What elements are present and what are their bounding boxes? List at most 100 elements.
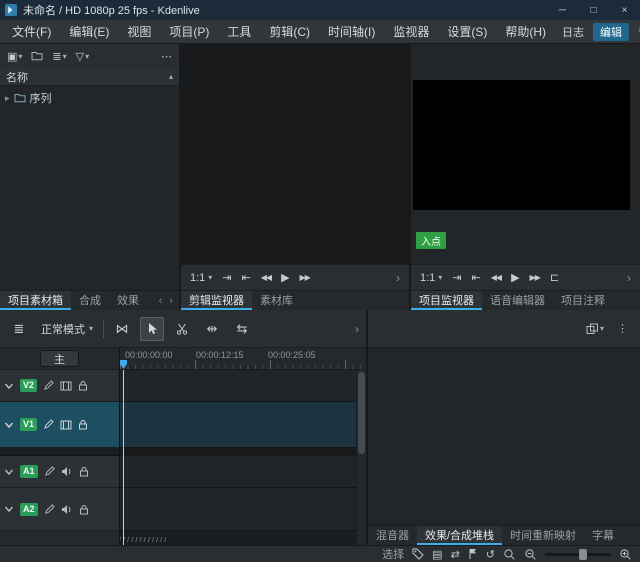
tab-compositions[interactable]: 合成 xyxy=(71,291,109,310)
monitor-overflow-button[interactable]: › xyxy=(627,271,631,285)
timeline-ruler[interactable]: 00:00:00:00 00:00:12:15 00:00:25:05 xyxy=(120,348,366,369)
menu-tool[interactable]: 工具 xyxy=(218,23,260,40)
speaker-icon[interactable] xyxy=(61,466,73,477)
lock-icon[interactable] xyxy=(79,504,89,515)
forward-button[interactable]: ▶▶ xyxy=(530,273,541,282)
spacer-tool-button[interactable]: ⇹ xyxy=(200,317,224,341)
bin-name-column-header[interactable]: 名称 ▴ xyxy=(0,68,179,86)
thumbnails-toggle-button[interactable]: ▤ xyxy=(432,548,442,561)
workspace-logging[interactable]: 日志 xyxy=(555,23,591,41)
project-zoom-select[interactable]: 1:1 ▾ xyxy=(420,272,442,284)
track-header-a1[interactable]: A1 xyxy=(0,456,119,488)
lock-icon[interactable] xyxy=(79,466,89,477)
timeline-tracks-area[interactable] xyxy=(120,370,356,545)
audio-thumbnails-toggle-button[interactable]: ⇄ xyxy=(451,548,460,561)
create-folder-button[interactable] xyxy=(28,49,46,63)
track-lane-v1[interactable] xyxy=(120,402,356,448)
menu-monitor[interactable]: 监视器 xyxy=(384,23,438,40)
zoom-slider-handle[interactable] xyxy=(579,548,587,560)
video-thumbnails-icon[interactable] xyxy=(60,420,72,430)
monitor-overflow-button[interactable]: › xyxy=(396,271,400,285)
lock-icon[interactable] xyxy=(78,380,88,391)
chevron-down-icon[interactable] xyxy=(4,468,14,476)
menu-file[interactable]: 文件(F) xyxy=(3,23,60,40)
track-header-v2[interactable]: V2 xyxy=(0,370,119,402)
tab-clip-monitor[interactable]: 剪辑监视器 xyxy=(181,291,252,310)
toolbar-overflow-button[interactable]: › xyxy=(355,322,359,336)
tab-effects[interactable]: 效果 xyxy=(109,291,147,310)
play-button[interactable]: ▶ xyxy=(281,271,289,284)
master-button[interactable]: 主 xyxy=(40,350,79,367)
tab-project-monitor[interactable]: 项目监视器 xyxy=(411,291,482,310)
track-lane-a1[interactable] xyxy=(120,456,356,488)
panel-menu-button[interactable]: ⋮ xyxy=(614,320,631,337)
timeline-vertical-scrollbar[interactable] xyxy=(356,370,366,545)
chevron-down-icon[interactable] xyxy=(4,382,14,390)
snap-toggle-button[interactable] xyxy=(468,548,478,560)
tab-subtitles[interactable]: 字幕 xyxy=(584,526,622,545)
view-mode-button[interactable]: ≣ ▾ xyxy=(49,48,69,65)
rewind-button[interactable]: ◀◀ xyxy=(491,273,502,282)
track-badge[interactable]: A1 xyxy=(20,465,38,478)
lock-icon[interactable] xyxy=(78,419,88,430)
slip-tool-button[interactable]: ⇆ xyxy=(230,317,254,341)
chevron-down-icon[interactable] xyxy=(4,505,14,513)
chevron-right-icon[interactable]: › xyxy=(169,295,173,307)
play-button[interactable]: ▶ xyxy=(511,271,519,284)
tab-time-remap[interactable]: 时间重新映射 xyxy=(502,526,584,545)
tab-effect-stack[interactable]: 效果/合成堆栈 xyxy=(417,526,503,545)
markers-toggle-button[interactable] xyxy=(412,548,424,560)
menu-clip[interactable]: 剪辑(C) xyxy=(260,23,319,40)
chevron-left-icon[interactable]: ‹ xyxy=(159,295,163,307)
edit-track-name-icon[interactable] xyxy=(44,503,55,515)
set-zone-out-button[interactable]: ⇤ xyxy=(242,271,251,284)
timeline-tracks-menu-button[interactable]: ≣ xyxy=(7,317,31,341)
edit-mode-select[interactable]: 正常模式 ▾ xyxy=(37,319,97,339)
set-zone-out-button[interactable]: ⇤ xyxy=(472,271,481,284)
forward-button[interactable]: ▶▶ xyxy=(300,273,311,282)
workspace-audio[interactable]: 音频 xyxy=(631,23,640,41)
track-badge[interactable]: A2 xyxy=(20,502,38,516)
panel-layout-button[interactable]: ▾ xyxy=(583,321,607,337)
menu-timeline[interactable]: 时间轴(I) xyxy=(319,23,384,40)
minimize-button[interactable]: ─ xyxy=(547,0,578,20)
playhead-line[interactable] xyxy=(123,370,124,545)
bin-item-sequences[interactable]: ▸ 序列 xyxy=(0,89,179,107)
track-header-a2[interactable]: A2 xyxy=(0,488,119,531)
tab-project-bin[interactable]: 项目素材箱 xyxy=(0,291,71,310)
set-zone-in-button[interactable]: ⇥ xyxy=(452,271,461,284)
edit-track-name-icon[interactable] xyxy=(44,466,55,477)
mix-clips-button[interactable]: ⋈ xyxy=(110,317,134,341)
timeline-zoom-slider[interactable] xyxy=(545,548,611,560)
menu-help[interactable]: 帮助(H) xyxy=(496,23,555,40)
edit-track-name-icon[interactable] xyxy=(43,380,54,391)
zoom-in-button[interactable] xyxy=(619,548,632,561)
close-button[interactable]: × xyxy=(609,0,640,20)
track-badge[interactable]: V1 xyxy=(20,418,38,431)
zoom-fit-button[interactable] xyxy=(503,548,516,561)
loop-toggle-button[interactable]: ↺ xyxy=(486,548,495,561)
bin-overflow-button[interactable]: ⋯ xyxy=(158,48,175,65)
speaker-icon[interactable] xyxy=(61,504,73,515)
clip-zoom-select[interactable]: 1:1 ▾ xyxy=(190,272,212,284)
collapse-icon[interactable]: ▴ xyxy=(169,72,173,81)
maximize-button[interactable]: □ xyxy=(578,0,609,20)
tab-mixer[interactable]: 混音器 xyxy=(368,526,417,545)
video-thumbnails-icon[interactable] xyxy=(60,381,72,391)
trim-button[interactable]: ⊏ xyxy=(550,271,559,284)
menu-edit[interactable]: 编辑(E) xyxy=(60,23,118,40)
menu-view[interactable]: 视图 xyxy=(118,23,160,40)
rewind-button[interactable]: ◀◀ xyxy=(261,273,272,282)
tab-project-notes[interactable]: 项目注释 xyxy=(553,291,613,310)
chevron-down-icon[interactable] xyxy=(4,421,14,429)
zoom-out-button[interactable] xyxy=(524,548,537,561)
edit-track-name-icon[interactable] xyxy=(43,419,54,430)
razor-tool-button[interactable] xyxy=(170,317,194,341)
track-lane-v2[interactable] xyxy=(120,370,356,402)
menu-settings[interactable]: 设置(S) xyxy=(438,23,496,40)
select-tool-button[interactable] xyxy=(140,316,165,341)
menu-project[interactable]: 项目(P) xyxy=(160,23,218,40)
expander-icon[interactable]: ▸ xyxy=(5,93,10,104)
track-badge[interactable]: V2 xyxy=(20,379,38,392)
set-zone-in-button[interactable]: ⇥ xyxy=(222,271,231,284)
